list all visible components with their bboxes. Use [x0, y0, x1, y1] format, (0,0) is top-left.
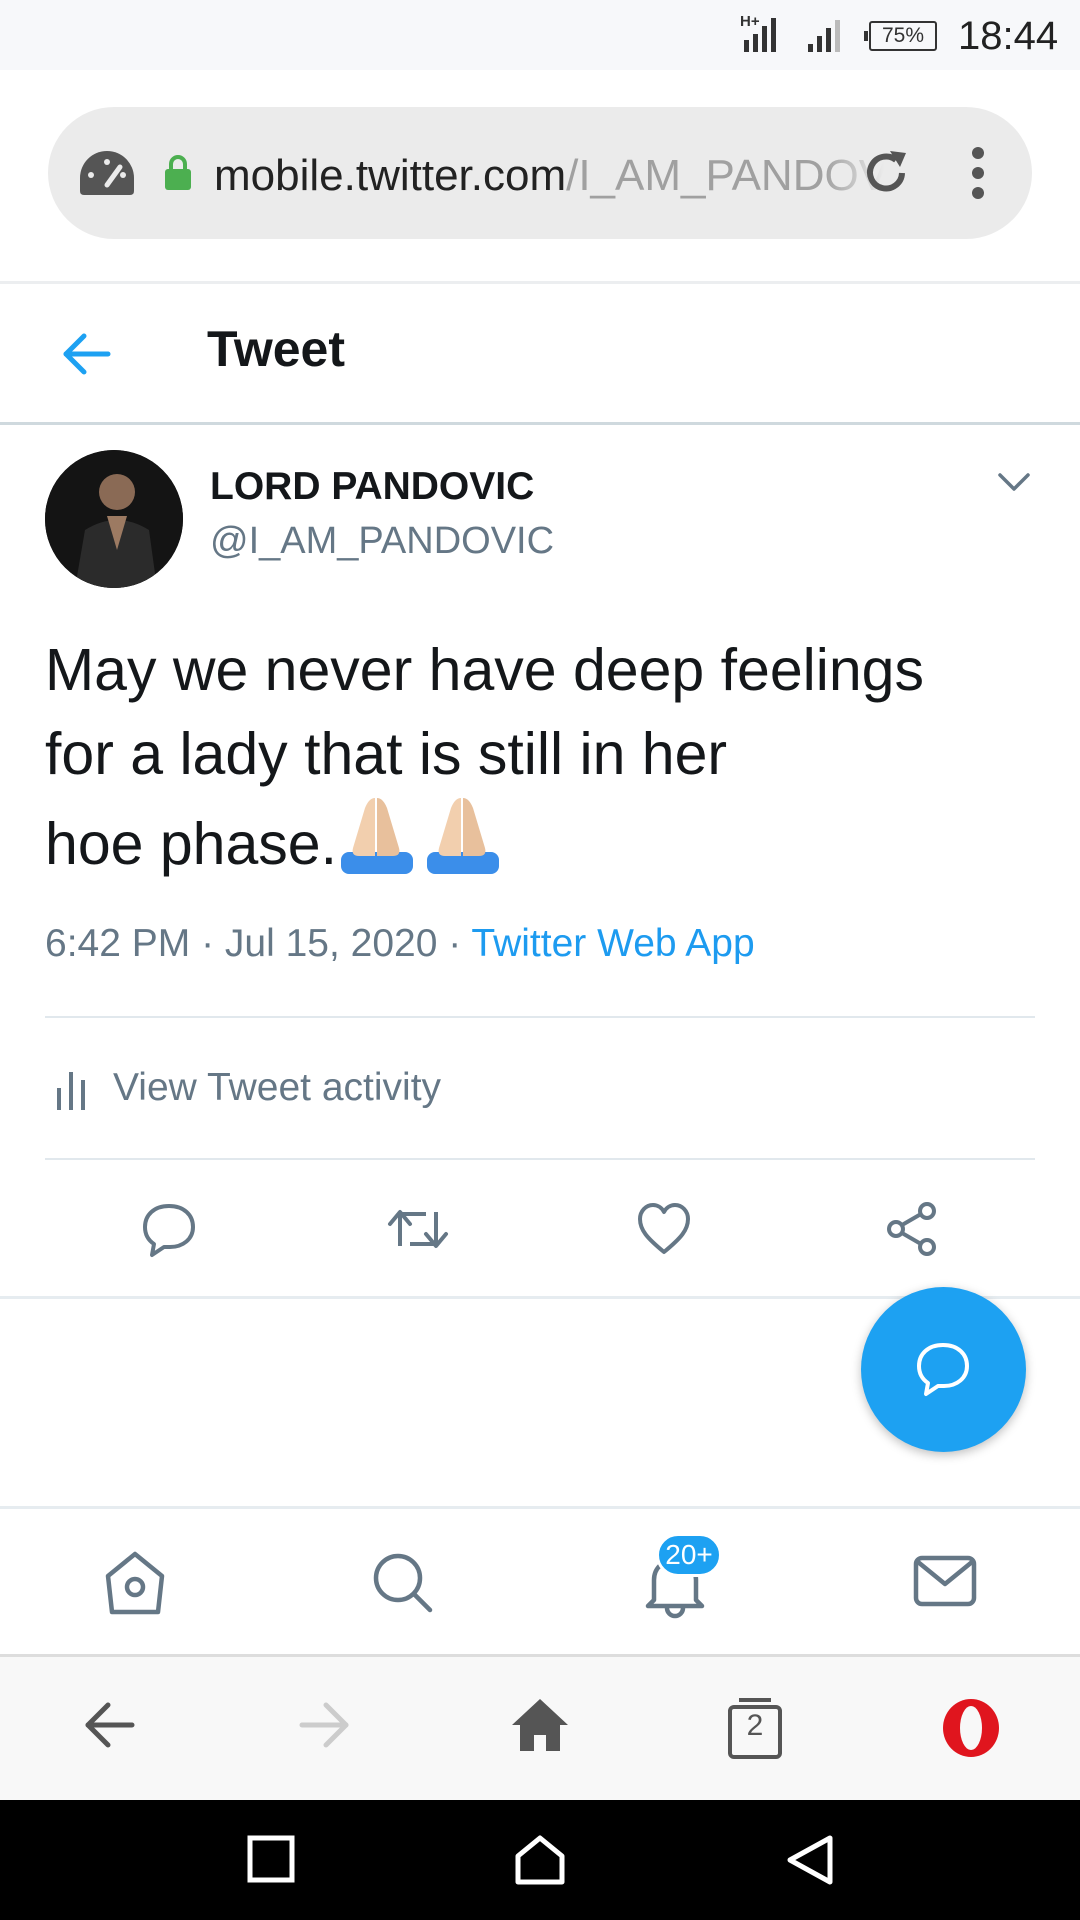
back-arrow-icon[interactable] — [60, 328, 112, 380]
divider — [45, 1158, 1035, 1160]
speedometer-icon[interactable] — [76, 147, 138, 199]
retweet-icon[interactable] — [386, 1200, 450, 1258]
tweet-date[interactable]: Jul 15, 2020 — [225, 922, 438, 965]
reply-icon[interactable] — [140, 1200, 198, 1258]
like-heart-icon[interactable] — [635, 1200, 693, 1258]
browser-bottom-bar: 2 — [0, 1657, 1080, 1800]
android-navigation-bar — [0, 1800, 1080, 1920]
author-handle[interactable]: @I_AM_PANDOVIC — [210, 520, 554, 563]
tweet-text: May we never have deep feelings for a la… — [45, 637, 924, 877]
tweet-time[interactable]: 6:42 PM — [45, 922, 190, 965]
browser-forward-icon[interactable] — [296, 1697, 352, 1753]
divider — [0, 1506, 1080, 1509]
page-header: Tweet — [0, 284, 1080, 424]
android-back-icon[interactable] — [784, 1834, 836, 1886]
chevron-down-icon[interactable] — [996, 470, 1032, 494]
messages-mail-icon[interactable] — [912, 1550, 978, 1610]
home-icon[interactable] — [100, 1550, 170, 1616]
tweet-source-link[interactable]: Twitter Web App — [471, 922, 754, 965]
recent-apps-icon[interactable] — [246, 1834, 296, 1884]
chat-bubble-icon — [917, 1343, 969, 1396]
notifications-badge: 20+ — [656, 1533, 722, 1577]
tweet-meta: 6:42 PM · Jul 15, 2020 · Twitter Web App — [45, 922, 755, 965]
browser-back-icon[interactable] — [82, 1697, 138, 1753]
author-name[interactable]: LORD PANDOVIC — [210, 465, 534, 509]
battery-indicator: 75% — [864, 21, 937, 51]
url-text[interactable]: mobile.twitter.com/I_AM_PANDOVIC — [214, 151, 884, 201]
status-bar: H+ 75% 18:44 — [0, 0, 1080, 70]
lock-icon — [165, 155, 191, 190]
page-title: Tweet — [207, 321, 345, 377]
share-icon[interactable] — [883, 1200, 941, 1258]
signal-strength-icon — [808, 20, 840, 52]
view-tweet-activity-label: View Tweet activity — [113, 1066, 442, 1109]
mobile-signal-icon: H+ — [740, 13, 776, 52]
avatar[interactable] — [45, 450, 183, 588]
browser-menu-icon[interactable] — [970, 145, 986, 201]
bar-chart-icon — [57, 1072, 85, 1110]
reload-icon[interactable] — [860, 147, 912, 199]
opera-menu-icon[interactable] — [940, 1697, 1002, 1759]
android-home-icon[interactable] — [514, 1834, 566, 1886]
address-bar[interactable]: mobile.twitter.com/I_AM_PANDOVIC — [48, 107, 1032, 239]
divider — [45, 1016, 1035, 1018]
compose-reply-button[interactable] — [861, 1287, 1026, 1452]
tabs-button[interactable]: 2 — [727, 1697, 783, 1759]
browser-home-icon[interactable] — [510, 1697, 570, 1753]
divider — [0, 422, 1080, 425]
tab-count: 2 — [746, 1709, 764, 1742]
folded-hands-emoji-icon — [340, 798, 499, 874]
search-icon[interactable] — [370, 1550, 436, 1616]
svg-text:H+: H+ — [740, 13, 760, 30]
avatar-image — [45, 450, 183, 588]
status-time: 18:44 — [958, 14, 1059, 58]
